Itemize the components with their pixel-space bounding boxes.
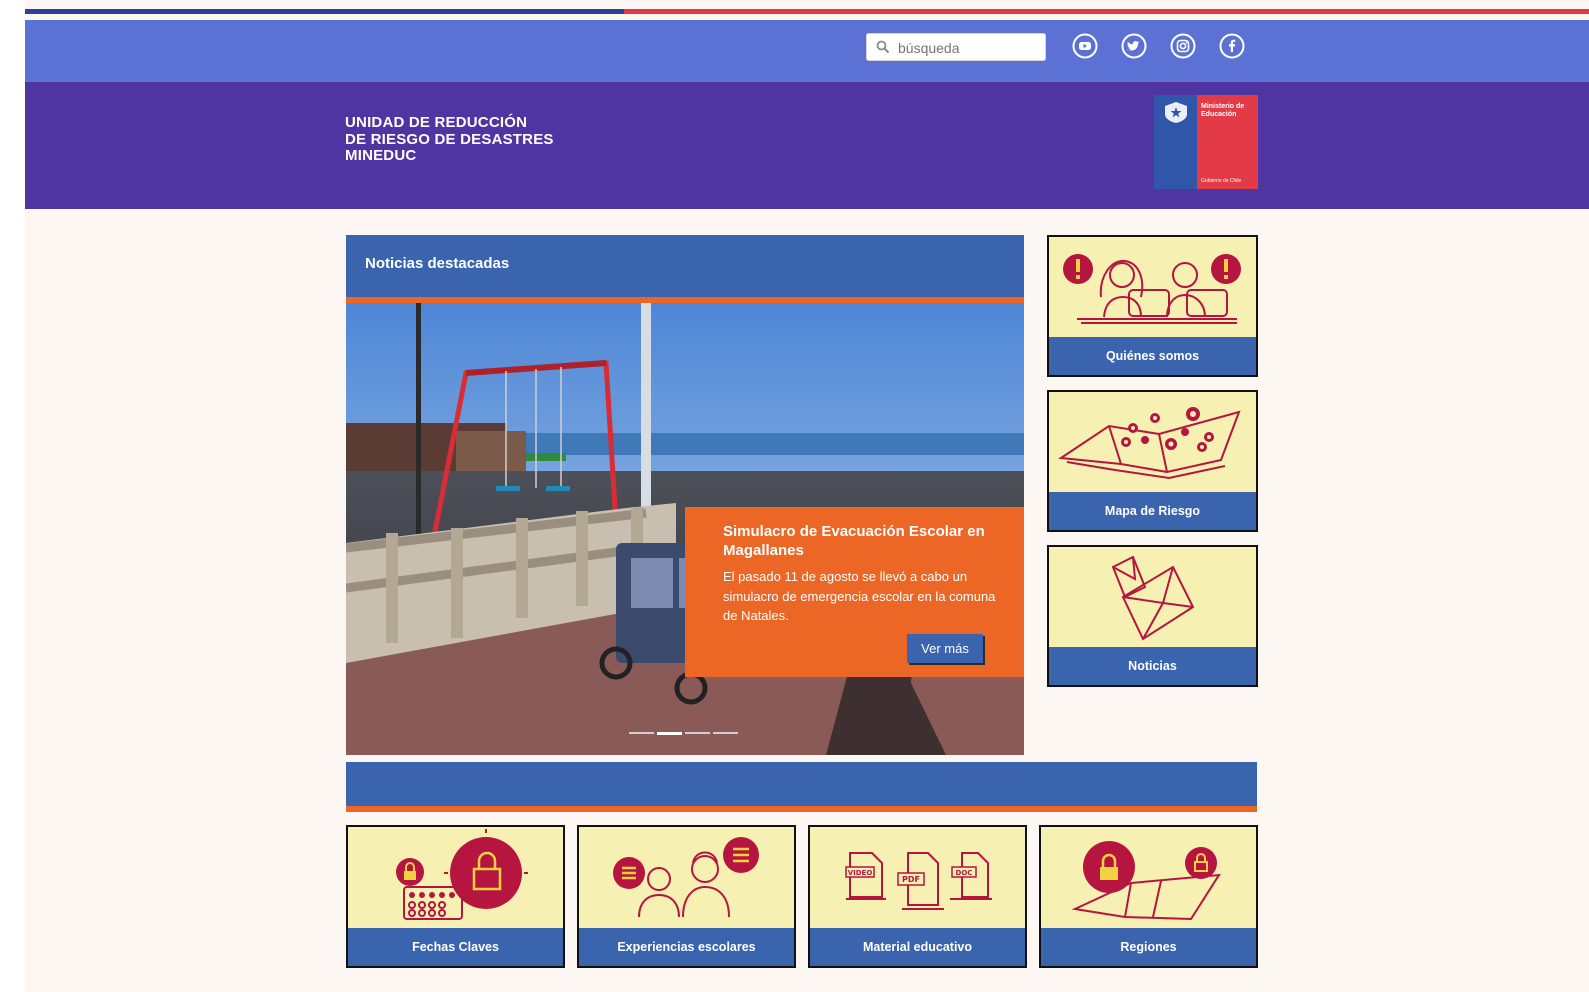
- slide-indicators: [629, 732, 741, 750]
- facebook-icon[interactable]: [1219, 33, 1245, 59]
- card-experiencias-escolares[interactable]: Experiencias escolares: [577, 825, 796, 968]
- risk-map-icon: [1058, 407, 1241, 480]
- card-mapa-de-riesgo[interactable]: Mapa de Riesgo: [1047, 390, 1258, 532]
- svg-text:DOC: DOC: [956, 869, 973, 877]
- site-title-line: DE RIESGO DE DESASTRES: [345, 130, 554, 148]
- slide-photo[interactable]: Simulacro de Evacuación Escolar en Magal…: [346, 303, 1024, 755]
- instagram-icon[interactable]: [1170, 33, 1196, 59]
- svg-text:PDF: PDF: [902, 875, 920, 884]
- slide-description: El pasado 11 de agosto se llevó a cabo u…: [723, 569, 996, 623]
- slide-title[interactable]: Simulacro de Evacuación Escolar en Magal…: [723, 523, 1003, 561]
- calendar-lock-icon: [396, 829, 528, 920]
- card-label: Noticias: [1049, 647, 1256, 685]
- section-band: [346, 762, 1257, 812]
- card-label: Experiencias escolares: [579, 928, 794, 966]
- featured-news: Noticias destacadas Simulacro de Evacuac…: [346, 235, 1024, 755]
- featured-news-title: Noticias destacadas: [365, 255, 510, 272]
- coat-of-arms-icon: [1165, 102, 1187, 123]
- slide-indicator-3[interactable]: [685, 732, 710, 734]
- card-label: Mapa de Riesgo: [1049, 492, 1256, 530]
- map-lock-icon: [1071, 841, 1221, 921]
- card-label: Material educativo: [810, 928, 1025, 966]
- logo-ministry-text: Ministerio de Educación: [1201, 103, 1245, 118]
- documents-icon: VIDEO PDF DOC: [845, 852, 992, 910]
- search-box[interactable]: [866, 33, 1046, 61]
- logo-government-text: Gobierno de Chile: [1201, 178, 1242, 184]
- flag-stripe: [25, 9, 1589, 14]
- featured-news-header: Noticias destacadas: [346, 235, 1024, 303]
- page: UNIDAD DE REDUCCIÓN DE RIESGO DE DESASTR…: [25, 0, 1589, 992]
- svg-text:VIDEO: VIDEO: [848, 869, 873, 877]
- youtube-icon[interactable]: [1072, 33, 1098, 59]
- site-title-line: UNIDAD DE REDUCCIÓN: [345, 114, 528, 131]
- site-title-line: MINEDUC: [345, 147, 417, 164]
- ministry-logo[interactable]: Ministerio de Educación Gobierno de Chil…: [1154, 95, 1258, 189]
- twitter-icon[interactable]: [1121, 33, 1147, 59]
- card-fechas-claves[interactable]: Fechas Claves: [346, 825, 565, 968]
- card-material-educativo[interactable]: VIDEO PDF DOC Material educativo: [808, 825, 1027, 968]
- top-bar: [25, 20, 1589, 82]
- card-quienes-somos[interactable]: Quiénes somos: [1047, 235, 1258, 377]
- envelope-icon: [1111, 555, 1195, 641]
- card-label: Quiénes somos: [1049, 337, 1256, 375]
- site-header: UNIDAD DE REDUCCIÓN DE RIESGO DE DESASTR…: [25, 82, 1589, 209]
- site-title[interactable]: UNIDAD DE REDUCCIÓN DE RIESGO DE DESASTR…: [345, 114, 554, 165]
- students-chat-icon: [613, 837, 759, 918]
- slide-indicator-2[interactable]: [657, 732, 682, 735]
- slide-indicator-1[interactable]: [629, 732, 654, 734]
- card-label: Regiones: [1041, 928, 1256, 966]
- card-regiones[interactable]: Regiones: [1039, 825, 1258, 968]
- slide-indicator-4[interactable]: [713, 732, 738, 734]
- card-noticias[interactable]: Noticias: [1047, 545, 1258, 687]
- read-more-button[interactable]: Ver más: [907, 634, 983, 663]
- card-label: Fechas Claves: [348, 928, 563, 966]
- people-alert-icon: [1063, 254, 1241, 324]
- search-input[interactable]: [896, 37, 1040, 59]
- slide-caption: Simulacro de Evacuación Escolar en Magal…: [685, 507, 1024, 677]
- search-icon: [876, 40, 890, 54]
